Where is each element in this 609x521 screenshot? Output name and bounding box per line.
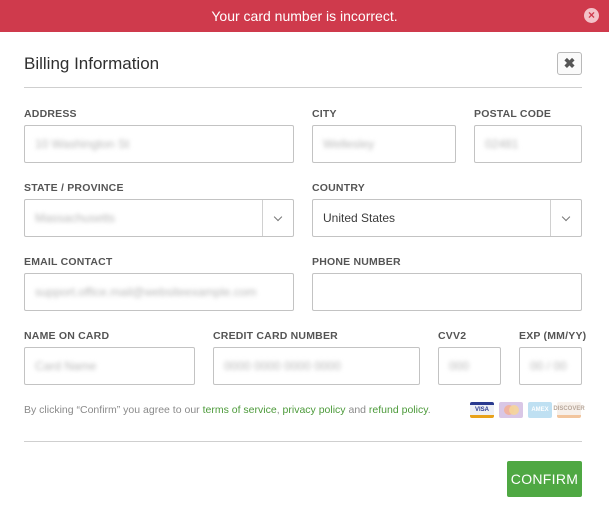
name-on-card-value: Card Name [35, 359, 97, 373]
state-value: Massachusetts [35, 211, 116, 225]
divider [24, 87, 582, 88]
name-on-card-input[interactable]: Card Name [24, 347, 195, 385]
terms-of-service-link[interactable]: terms of service [203, 404, 277, 416]
country-value: United States [323, 211, 396, 225]
postal-code-label: POSTAL CODE [474, 108, 552, 120]
card-number-input[interactable]: 0000 0000 0000 0000 [213, 347, 420, 385]
card-number-value: 0000 0000 0000 0000 [224, 359, 341, 373]
postal-code-input[interactable]: 02481 [474, 125, 582, 163]
address-label: ADDRESS [24, 108, 77, 120]
chevron-down-icon [273, 212, 283, 222]
cvv-input[interactable]: 000 [438, 347, 501, 385]
state-label: STATE / PROVINCE [24, 182, 124, 194]
select-divider [262, 200, 263, 236]
terms-text: By clicking “Confirm” you agree to our t… [24, 404, 431, 416]
city-value: Wellesley [323, 137, 375, 151]
close-dialog-button[interactable]: ✖ [557, 52, 582, 75]
phone-label: PHONE NUMBER [312, 256, 401, 268]
divider [24, 441, 582, 442]
terms-sep: and [345, 404, 369, 416]
exp-value: 00 / 00 [530, 359, 567, 373]
cvv-value: 000 [449, 359, 470, 373]
address-value: 10 Washington St [35, 137, 130, 151]
privacy-policy-link[interactable]: privacy policy [283, 404, 346, 416]
discover-icon: DISCOVER [553, 402, 585, 418]
close-error-icon[interactable]: × [584, 8, 599, 23]
phone-input[interactable] [312, 273, 582, 311]
chevron-down-icon [561, 212, 571, 222]
terms-suffix: . [427, 404, 431, 416]
postal-code-value: 02481 [485, 137, 519, 151]
exp-label: EXP (MM/YY) [519, 330, 587, 342]
visa-icon: VISA [470, 402, 494, 418]
state-select[interactable]: Massachusetts [24, 199, 294, 237]
name-on-card-label: NAME ON CARD [24, 330, 110, 342]
email-value: support.office.mail@websiteexample.com [35, 285, 257, 299]
city-label: CITY [312, 108, 337, 120]
select-divider [550, 200, 551, 236]
terms-prefix: By clicking “Confirm” you agree to our [24, 404, 203, 416]
email-input[interactable]: support.office.mail@websiteexample.com [24, 273, 294, 311]
refund-policy-link[interactable]: refund policy [369, 404, 428, 416]
exp-input[interactable]: 00 / 00 [519, 347, 582, 385]
amex-icon: AMEX [528, 402, 552, 418]
confirm-button[interactable]: CONFIRM [507, 461, 582, 497]
card-number-label: CREDIT CARD NUMBER [213, 330, 338, 342]
dialog-title: Billing Information [24, 54, 160, 73]
address-input[interactable]: 10 Washington St [24, 125, 294, 163]
error-message: Your card number is incorrect. [211, 8, 398, 24]
billing-dialog: Billing Information ✖ ADDRESS 10 Washing… [0, 32, 609, 521]
country-label: COUNTRY [312, 182, 365, 194]
error-banner: Your card number is incorrect. × [0, 0, 609, 32]
country-select[interactable]: United States [312, 199, 582, 237]
mastercard-icon [499, 402, 523, 418]
cvv-label: CVV2 [438, 330, 467, 342]
email-label: EMAIL CONTACT [24, 256, 113, 268]
city-input[interactable]: Wellesley [312, 125, 456, 163]
